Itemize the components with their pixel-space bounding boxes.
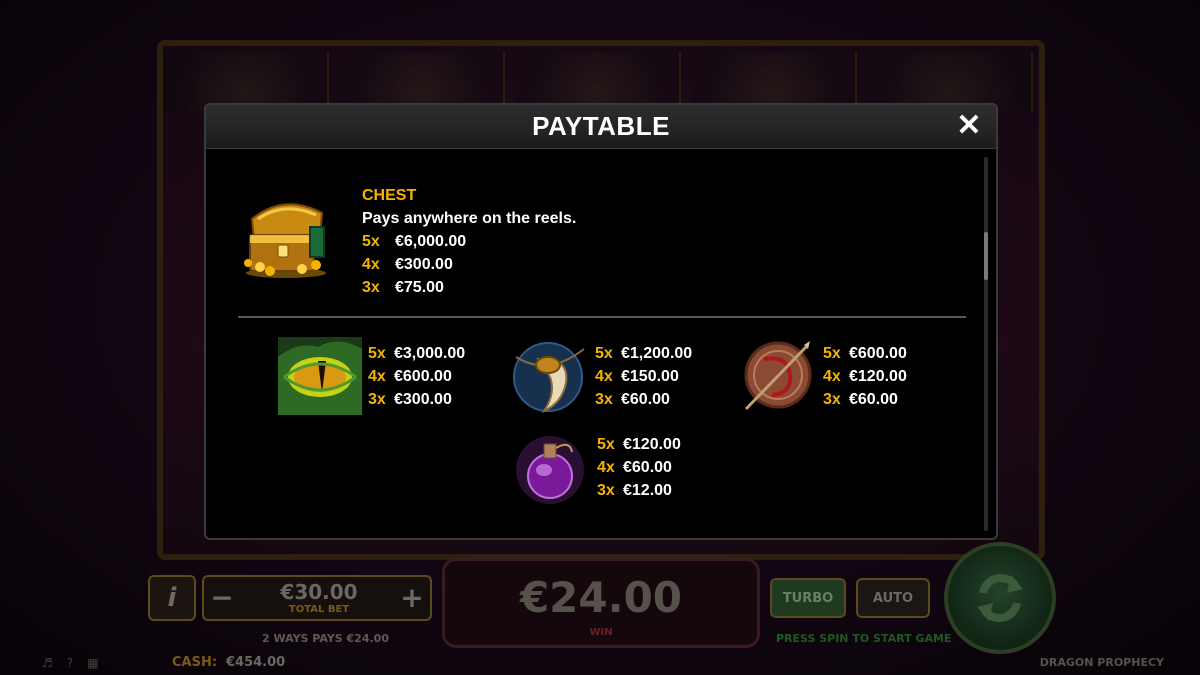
footer-icons: ♬ ? ▦ (42, 656, 98, 670)
fang-amulet-icon (513, 342, 585, 414)
pay-amount: €120.00 (623, 436, 681, 453)
sound-icon[interactable]: ♬ (42, 656, 53, 670)
pay-multiplier: 4x (823, 368, 841, 385)
bet-selector: − €30.00 TOTAL BET + (202, 575, 432, 621)
pay-multiplier: 4x (362, 256, 380, 273)
cash-value: €454.00 (226, 655, 286, 670)
info-button[interactable]: i (148, 575, 196, 621)
pay-amount: €600.00 (849, 345, 907, 362)
pay-amount: €75.00 (395, 279, 444, 296)
total-bet-value: €30.00 (280, 580, 358, 604)
pay-row: 4x €300.00 (362, 256, 453, 274)
total-bet-label: TOTAL BET (288, 604, 350, 615)
cash-label: CASH: (172, 655, 218, 670)
pay-amount: €300.00 (395, 256, 453, 273)
pay-row: 4x €60.00 (597, 459, 672, 477)
history-icon[interactable]: ▦ (87, 656, 98, 670)
modal-header: PAYTABLE ✕ (206, 105, 996, 149)
pay-row: 3x €12.00 (597, 482, 672, 500)
pay-multiplier: 5x (823, 345, 841, 362)
scroll-thumb[interactable] (984, 232, 988, 280)
win-display: €24.00 WIN (442, 558, 760, 648)
pay-amount: €300.00 (394, 391, 452, 408)
help-icon[interactable]: ? (67, 656, 73, 670)
pay-row: 4x €120.00 (823, 368, 907, 386)
pay-amount: €600.00 (394, 368, 452, 385)
pay-multiplier: 5x (597, 436, 615, 453)
paytable-scrollbar[interactable] (984, 157, 988, 531)
pay-multiplier: 3x (597, 482, 615, 499)
press-spin-hint: PRESS SPIN TO START GAME (776, 632, 952, 645)
pay-amount: €60.00 (621, 391, 670, 408)
pay-amount: €120.00 (849, 368, 907, 385)
decrease-bet-button[interactable]: − (208, 581, 236, 617)
pay-amount: €12.00 (623, 482, 672, 499)
pay-amount: €6,000.00 (395, 233, 467, 250)
pay-multiplier: 3x (362, 279, 380, 296)
pay-row: 3x €60.00 (823, 391, 898, 409)
pay-multiplier: 3x (595, 391, 613, 408)
chest-name: CHEST (362, 187, 417, 204)
pay-amount: €3,000.00 (394, 345, 466, 362)
pay-multiplier: 4x (597, 459, 615, 476)
pay-multiplier: 3x (368, 391, 386, 408)
dragon-coin-icon (744, 341, 812, 411)
pay-multiplier: 3x (823, 391, 841, 408)
turbo-button[interactable]: TURBO (770, 578, 846, 618)
pay-multiplier: 4x (595, 368, 613, 385)
pay-row: 5x €600.00 (823, 345, 907, 363)
pay-amount: €60.00 (623, 459, 672, 476)
chest-description: Pays anywhere on the reels. (362, 210, 577, 227)
pay-row: 3x €60.00 (595, 391, 670, 409)
divider (238, 316, 966, 318)
ways-pays-text: 2 WAYS PAYS €24.00 (262, 632, 389, 645)
pay-amount: €1,200.00 (621, 345, 693, 362)
pay-multiplier: 4x (368, 368, 386, 385)
close-button[interactable]: ✕ (954, 111, 984, 141)
spin-icon (977, 574, 1023, 622)
pay-multiplier: 5x (595, 345, 613, 362)
dragon-eye-icon (278, 337, 362, 415)
pay-amount: €150.00 (621, 368, 679, 385)
paytable-modal: PAYTABLE ✕ CHEST Pays anywhere on the re… (204, 103, 998, 540)
game-name: DRAGON PROPHECY (1039, 656, 1164, 669)
pay-multiplier: 5x (362, 233, 380, 250)
pay-row: 4x €600.00 (368, 368, 452, 386)
pay-row: 5x €6,000.00 (362, 233, 466, 251)
win-value: €24.00 (519, 573, 683, 622)
pay-row: 3x €300.00 (368, 391, 452, 409)
paytable-title: PAYTABLE (532, 111, 670, 141)
increase-bet-button[interactable]: + (398, 581, 426, 617)
pay-row: 3x €75.00 (362, 279, 444, 297)
treasure-chest-icon (244, 203, 326, 278)
auto-button[interactable]: AUTO (856, 578, 930, 618)
pay-multiplier: 5x (368, 345, 386, 362)
win-label: WIN (589, 627, 613, 638)
spin-button[interactable] (944, 542, 1056, 654)
pay-row: 4x €150.00 (595, 368, 679, 386)
pay-row: 5x €3,000.00 (368, 345, 465, 363)
potion-icon (516, 436, 584, 504)
pay-row: 5x €120.00 (597, 436, 681, 454)
pay-amount: €60.00 (849, 391, 898, 408)
pay-row: 5x €1,200.00 (595, 345, 692, 363)
